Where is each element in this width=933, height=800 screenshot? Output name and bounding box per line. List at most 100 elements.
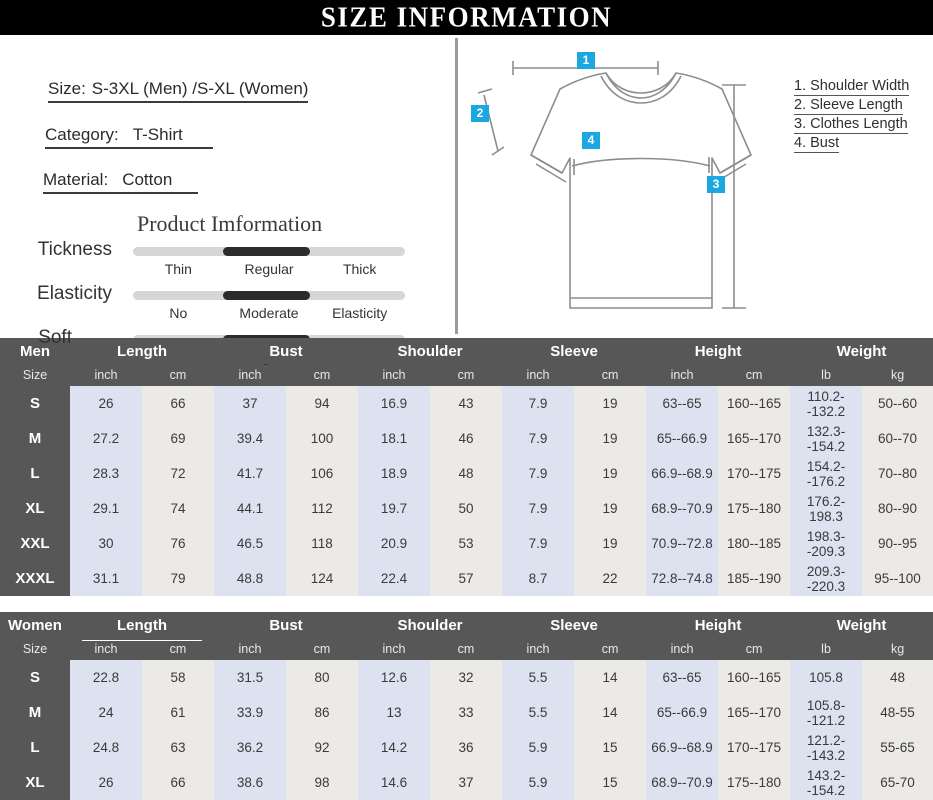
men-value-cell: 66.9--68.9 — [646, 456, 719, 491]
women-value-cell: 86 — [286, 695, 358, 730]
table-row: L 24.8 63 36.2 92 14.2 36 5.9 15 66.9--68.9 170--1… — [0, 730, 933, 765]
slider-tick-moderate: Moderate — [239, 305, 299, 321]
women-value-cell: 65-70 — [862, 765, 933, 800]
women-value-cell: 14.2 — [358, 730, 430, 765]
women-value-cell: 68.9--70.9 — [646, 765, 719, 800]
slider-scale-elasticity: No Moderate Elasticity — [133, 305, 405, 321]
men-unit-sleeve-inch: inch — [502, 364, 575, 386]
table-row: XXL 30 76 46.5 118 20.9 53 7.9 19 70.9--72.8 180--… — [0, 526, 933, 561]
measurement-diagram-panel: 1 2 3 4 1. Shoulder Width 2. Sleeve Leng… — [458, 35, 933, 338]
spec-material-value: Cotton — [122, 170, 173, 189]
women-value-cell: 63--65 — [646, 660, 719, 695]
men-value-cell: 50--60 — [862, 386, 933, 421]
men-unit-height-inch: inch — [646, 364, 719, 386]
slider-tick-thick: Thick — [342, 261, 377, 277]
men-value-cell: 43 — [430, 386, 503, 421]
men-value-cell: 20.9 — [358, 526, 430, 561]
table-separator — [0, 596, 933, 612]
men-table-body: S 26 66 37 94 16.9 43 7.9 19 63--65 160--165 110.2-… — [0, 386, 933, 596]
women-table-unit-header-row: Size inch cm inch cm inch cm inch cm inc… — [0, 638, 933, 660]
women-value-cell: 36.2 — [214, 730, 286, 765]
men-value-cell: 29.1 — [70, 491, 142, 526]
men-value-cell: 57 — [430, 561, 503, 596]
men-value-cell: 79 — [142, 561, 214, 596]
spec-size-value: S-3XL (Men) /S-XL (Women) — [91, 79, 309, 98]
women-value-cell: 14 — [574, 695, 647, 730]
men-value-cell: 100 — [286, 421, 358, 456]
badge-1-shoulder-width: 1 — [577, 52, 595, 69]
women-value-cell: 98 — [286, 765, 358, 800]
men-value-cell: 154.2--176.2 — [790, 456, 863, 491]
men-value-cell: 132.3--154.2 — [790, 421, 863, 456]
women-group-length: Length — [70, 612, 214, 641]
men-value-cell: 19.7 — [358, 491, 430, 526]
women-value-cell: 36 — [430, 730, 503, 765]
women-unit-sleeve-inch: inch — [502, 638, 575, 660]
women-value-cell: 55-65 — [862, 730, 933, 765]
men-value-cell: 19 — [574, 456, 647, 491]
legend-item-bust: 4. Bust — [794, 135, 840, 153]
measurement-legend: 1. Shoulder Width 2. Sleeve Length 3. Cl… — [794, 77, 933, 153]
table-row: XL 26 66 38.6 98 14.6 37 5.9 15 68.9--70.9 175--18… — [0, 765, 933, 800]
slider-track-elasticity[interactable] — [133, 291, 405, 300]
women-value-cell: 15 — [574, 730, 647, 765]
men-value-cell: 22 — [574, 561, 647, 596]
men-value-cell: 46 — [430, 421, 503, 456]
women-value-cell: 80 — [286, 660, 358, 695]
men-value-cell: 176.2-198.3 — [790, 491, 863, 526]
women-value-cell: 48-55 — [862, 695, 933, 730]
men-value-cell: 95--100 — [862, 561, 933, 596]
women-value-cell: 61 — [142, 695, 214, 730]
men-value-cell: 7.9 — [502, 386, 575, 421]
men-value-cell: 110.2--132.2 — [790, 386, 863, 421]
men-value-cell: 18.1 — [358, 421, 430, 456]
women-size-cell: XL — [0, 765, 70, 800]
women-unit-shoulder-cm: cm — [430, 638, 503, 660]
women-value-cell: 32 — [430, 660, 503, 695]
product-information-heading: Product Imformation — [137, 211, 323, 236]
legend-item-shoulder-width: 1. Shoulder Width — [794, 78, 910, 96]
men-value-cell: 19 — [574, 491, 647, 526]
men-group-weight: Weight — [790, 338, 933, 364]
men-value-cell: 106 — [286, 456, 358, 491]
men-size-cell: XL — [0, 491, 70, 526]
spec-size-label: Size: — [48, 79, 86, 98]
men-value-cell: 50 — [430, 491, 503, 526]
tshirt-diagram-icon — [477, 61, 752, 309]
men-value-cell: 74 — [142, 491, 214, 526]
women-unit-bust-inch: inch — [214, 638, 286, 660]
men-value-cell: 76 — [142, 526, 214, 561]
women-group-bust: Bust — [214, 612, 358, 638]
men-value-cell: 165--170 — [718, 421, 791, 456]
women-value-cell: 15 — [574, 765, 647, 800]
women-size-cell: L — [0, 730, 70, 765]
women-value-cell: 5.5 — [502, 660, 575, 695]
men-value-cell: 46.5 — [214, 526, 286, 561]
women-value-cell: 105.8--121.2 — [790, 695, 863, 730]
women-gender-label: Women — [0, 612, 70, 638]
men-value-cell: 39.4 — [214, 421, 286, 456]
men-value-cell: 41.7 — [214, 456, 286, 491]
men-size-cell: L — [0, 456, 70, 491]
slider-track-thickness[interactable] — [133, 247, 405, 256]
men-value-cell: 112 — [286, 491, 358, 526]
women-unit-shoulder-inch: inch — [358, 638, 430, 660]
women-table-group-header-row: Women Length Bust Shoulder Sleeve Height… — [0, 612, 933, 641]
women-value-cell: 66.9--68.9 — [646, 730, 719, 765]
page-title-bar: SIZE INFORMATION — [0, 0, 933, 35]
badge-3-clothes-length: 3 — [707, 176, 725, 193]
women-value-cell: 160--165 — [718, 660, 791, 695]
women-value-cell: 170--175 — [718, 730, 791, 765]
women-size-table: Women Length Bust Shoulder Sleeve Height… — [0, 612, 933, 800]
slider-label-thickness: Tickness — [37, 239, 112, 260]
men-unit-weight-kg: kg — [862, 364, 933, 386]
men-value-cell: 68.9--70.9 — [646, 491, 719, 526]
slider-tick-regular: Regular — [244, 261, 294, 277]
men-value-cell: 7.9 — [502, 491, 575, 526]
men-value-cell: 22.4 — [358, 561, 430, 596]
spec-size-row: Size: S-3XL (Men) /S-XL (Women) — [48, 79, 309, 103]
women-value-cell: 37 — [430, 765, 503, 800]
men-value-cell: 48.8 — [214, 561, 286, 596]
women-unit-length-inch: inch — [70, 638, 142, 660]
men-value-cell: 18.9 — [358, 456, 430, 491]
